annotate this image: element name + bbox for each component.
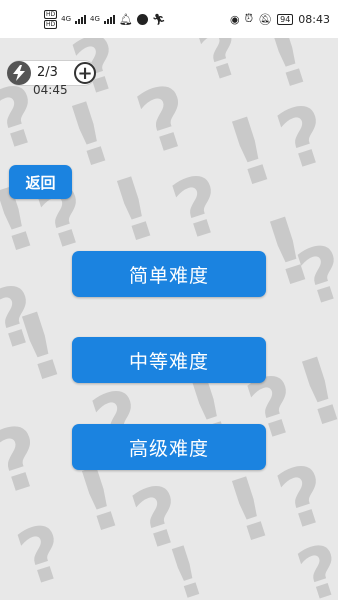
question-mark-icon: ?	[161, 156, 235, 259]
signal-icon	[103, 14, 115, 24]
energy-count: 2/3	[37, 65, 58, 80]
hard-difficulty-button[interactable]: 高级难度	[72, 424, 266, 470]
easy-difficulty-button[interactable]: 简单难度	[72, 251, 266, 297]
question-mark-icon: ?	[188, 38, 253, 99]
battery-icon: 94	[277, 13, 294, 25]
question-mark-icon: ?	[125, 65, 204, 176]
mute-icon: 🔕︎	[258, 12, 273, 26]
question-mark-icon: ?	[0, 405, 56, 516]
status-left: HD HD 4G 4G 🔔︎ 🏃︎	[44, 9, 166, 29]
status-right: ◉ ⏰︎ 🔕︎ 94 08:43	[230, 11, 330, 27]
question-mark-icon: ?	[266, 86, 338, 189]
hd-badge: HD	[44, 9, 58, 19]
signal-icon	[75, 14, 87, 24]
add-energy-button[interactable]: +	[74, 62, 96, 84]
question-mark-icon: ?	[288, 527, 338, 600]
energy-timer: 04:45	[33, 83, 68, 97]
game-area: ? ? ? ! ! ? ! ? ! ? ! ? ! ? ? ! ? ! ? ! …	[0, 38, 338, 600]
running-icon: 🏃︎	[151, 12, 166, 26]
alarm-icon: ⏰︎	[244, 12, 254, 25]
app-notification-icon	[136, 13, 148, 25]
exclamation-icon: !	[158, 529, 214, 600]
network-label: 4G	[61, 15, 72, 23]
bell-icon: 🔔︎	[118, 12, 133, 26]
exclamation-icon: !	[100, 157, 169, 264]
eye-icon: ◉	[229, 12, 240, 26]
back-button[interactable]: 返回	[9, 165, 72, 199]
hd-badge: HD	[44, 19, 58, 29]
clock-time: 08:43	[298, 12, 330, 26]
network-label: 4G	[90, 15, 100, 23]
question-mark-icon: ?	[7, 506, 76, 600]
lightning-icon	[7, 61, 31, 85]
status-bar: HD HD 4G 4G 🔔︎ 🏃︎ ◉ ⏰︎ 🔕︎ 94 08:43	[0, 0, 338, 38]
medium-difficulty-button[interactable]: 中等难度	[72, 337, 266, 383]
